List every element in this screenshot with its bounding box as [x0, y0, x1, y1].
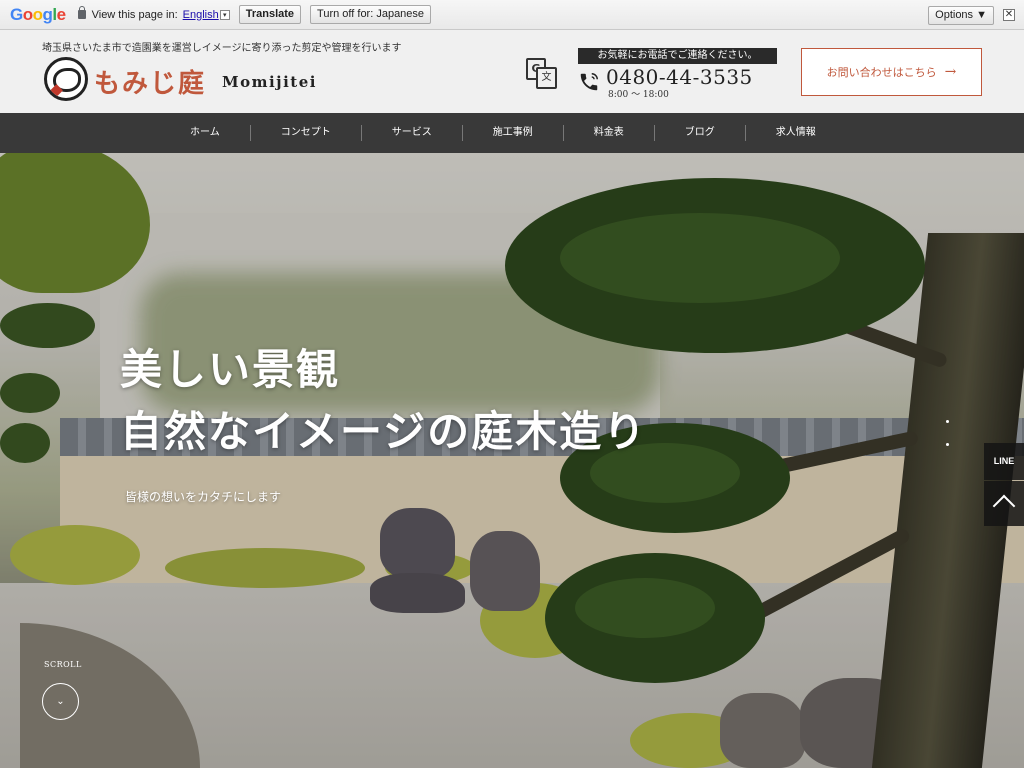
logo-icon[interactable] — [44, 57, 88, 101]
phone-number[interactable]: 0480-44-3535 — [606, 65, 753, 89]
hero-title-line1: 美しい景観 — [120, 345, 341, 394]
hero-title-line2: 自然なイメージの庭木造り — [120, 407, 648, 456]
translate-button[interactable]: Translate — [238, 5, 302, 24]
slider-dot[interactable] — [946, 420, 949, 423]
hero-subtitle: 皆様の想いをカタチにします — [125, 490, 282, 504]
translate-icon[interactable]: G 文 — [526, 58, 558, 90]
nav-item-concept[interactable]: コンセプト — [251, 125, 362, 141]
main-nav: ホーム コンセプト サービス 施工事例 料金表 ブログ 求人情報 — [0, 113, 1024, 153]
chevron-up-icon — [992, 494, 1016, 518]
nav-item-works[interactable]: 施工事例 — [463, 125, 564, 141]
line-button[interactable]: LINE — [984, 443, 1024, 480]
business-hours: 8:00 〜 18:00 — [608, 90, 669, 100]
lock-icon — [77, 6, 86, 19]
site-tagline: 埼玉県さいたま市で造園業を運営しイメージに寄り添った剪定や管理を行います — [42, 43, 402, 54]
site-header: 埼玉県さいたま市で造園業を運営しイメージに寄り添った剪定や管理を行います もみじ… — [0, 30, 1024, 113]
slider-dots[interactable] — [946, 420, 949, 466]
slider-dot[interactable] — [946, 443, 949, 446]
options-button[interactable]: Options ▼ — [928, 6, 994, 25]
translate-prompt: View this page in: — [91, 8, 178, 21]
side-tabs: LINE — [984, 443, 1024, 526]
nav-item-home[interactable]: ホーム — [160, 125, 251, 141]
google-logo: Google — [10, 4, 66, 24]
logo-text-jp[interactable]: もみじ庭 — [94, 63, 206, 100]
hero-section: 美しい景観 自然なイメージの庭木造り 皆様の想いをカタチにします SCROLL … — [0, 153, 1024, 768]
inquiry-button[interactable]: お問い合わせはこちら → — [801, 48, 982, 96]
arrow-right-icon: → — [944, 64, 957, 80]
phone-icon — [580, 73, 598, 91]
chevron-down-icon[interactable]: ▾ — [219, 9, 230, 20]
contact-label: お気軽にお電話でご連絡ください。 — [578, 48, 777, 64]
google-translate-bar: Google View this page in: English ▾ Tran… — [0, 0, 1024, 30]
hero-title: 美しい景観 自然なイメージの庭木造り — [120, 339, 647, 463]
language-select[interactable]: English — [183, 9, 219, 21]
scroll-down-button[interactable]: ⌄ — [42, 683, 79, 720]
nav-item-blog[interactable]: ブログ — [655, 125, 746, 141]
inquiry-label: お問い合わせはこちら — [826, 66, 937, 79]
nav-item-recruit[interactable]: 求人情報 — [746, 125, 846, 141]
turn-off-button[interactable]: Turn off for: Japanese — [310, 5, 432, 24]
scroll-label: SCROLL — [44, 660, 82, 669]
close-icon[interactable]: ✕ — [1003, 9, 1015, 21]
nav-item-service[interactable]: サービス — [362, 125, 463, 141]
nav-item-pricing[interactable]: 料金表 — [564, 125, 655, 141]
back-to-top-button[interactable] — [984, 481, 1024, 526]
logo-text-en[interactable]: Momijitei — [222, 73, 317, 91]
